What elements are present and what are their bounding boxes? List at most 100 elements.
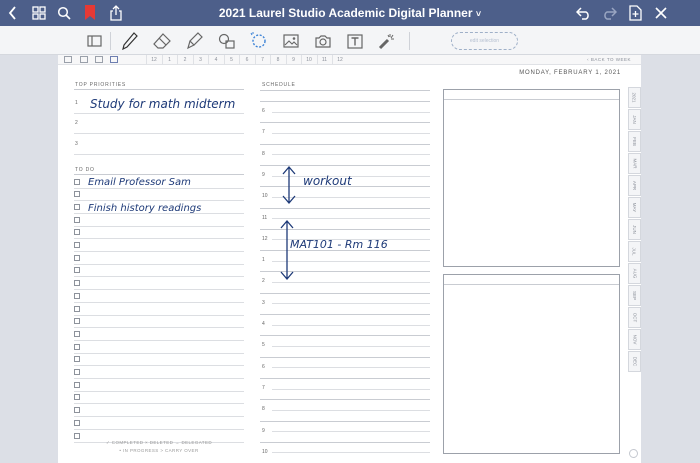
todo-line (74, 289, 244, 291)
back-to-week-link[interactable]: ‹ BACK TO WEEK (587, 55, 631, 65)
schedule-hour-label: 4 (262, 321, 265, 327)
todo-checkbox[interactable] (74, 419, 80, 426)
hour-tab[interactable]: 3 (192, 55, 208, 65)
schedule-arrows-drawing (280, 166, 296, 280)
hour-tab[interactable]: 11 (316, 55, 332, 65)
todo-checkbox[interactable] (74, 178, 80, 185)
todo-checkbox[interactable] (74, 343, 80, 350)
settings-icon[interactable] (629, 449, 638, 458)
selection-pill[interactable]: edit selection (451, 32, 518, 50)
month-tab-jun[interactable]: JUN (628, 219, 641, 240)
month-tab-may[interactable]: MAY (628, 197, 641, 218)
month-tab-label: FEB (631, 137, 637, 146)
hour-tab[interactable]: 5 (223, 55, 239, 65)
back-chevron-icon[interactable] (4, 4, 22, 22)
schedule-half-hour-line (272, 132, 430, 134)
undo-icon[interactable] (575, 4, 593, 22)
thumbnail-grid-icon[interactable] (30, 4, 48, 22)
month-tab-aug[interactable]: AUG (628, 263, 641, 284)
hour-tab[interactable]: 6 (239, 55, 254, 65)
schedule-half-hour-line (272, 431, 430, 433)
schedule-hour-label: 10 (262, 193, 268, 200)
month-tab-oct[interactable]: OCT (628, 307, 641, 328)
month-tab-dec[interactable]: DEC (628, 351, 641, 372)
month-tab-mar[interactable]: MAR (628, 153, 641, 174)
notes-box-top[interactable] (443, 89, 620, 267)
todo-checkbox[interactable] (74, 305, 80, 312)
todo-checkbox[interactable] (74, 394, 80, 401)
schedule-hour-line (260, 101, 430, 102)
month-tab-apr[interactable]: APR (628, 175, 641, 196)
month-tab-jul[interactable]: JUL (628, 241, 641, 262)
todo-line (74, 428, 244, 430)
redo-icon[interactable] (600, 4, 618, 22)
todo-line (74, 378, 244, 379)
todo-checkbox[interactable] (74, 432, 80, 439)
calendar-icon[interactable] (80, 56, 88, 63)
notebook-icon[interactable] (85, 31, 105, 51)
text-tool-icon[interactable] (345, 31, 365, 51)
schedule-hour-label: 6 (262, 363, 265, 370)
todo-checkbox[interactable] (74, 369, 80, 375)
list-icon[interactable] (95, 56, 103, 63)
document-title-button[interactable]: 2021 Laurel Studio Academic Digital Plan… (219, 6, 481, 20)
document-title: 2021 Laurel Studio Academic Digital Plan… (0, 6, 700, 20)
todo-checkbox[interactable] (74, 216, 80, 223)
notes-box-bottom[interactable] (443, 274, 620, 454)
month-tab-nov[interactable]: NOV (628, 329, 641, 350)
hour-tab[interactable]: 4 (208, 55, 223, 65)
month-tab-label: OCT (632, 312, 637, 323)
hour-tab[interactable]: 10 (301, 55, 316, 65)
month-tab-2021[interactable]: 2021 (628, 87, 641, 108)
shapes-icon[interactable] (217, 31, 237, 51)
todo-checkbox[interactable] (74, 407, 80, 414)
share-icon[interactable] (107, 4, 125, 22)
todo-checkbox[interactable] (74, 229, 80, 236)
priority-number-1: 1 (75, 100, 78, 106)
hour-tab[interactable]: 12 (332, 55, 347, 65)
pen-icon[interactable] (120, 31, 140, 51)
todo-checkbox[interactable] (74, 203, 80, 210)
todo-checkbox[interactable] (74, 356, 80, 363)
highlighter-icon[interactable] (185, 31, 205, 51)
laser-pointer-icon[interactable] (377, 31, 397, 51)
app-top-bar: 2021 Laurel Studio Academic Digital Plan… (0, 0, 700, 26)
todo-line (74, 314, 244, 316)
lasso-icon[interactable] (248, 31, 268, 51)
todo-checkbox[interactable] (74, 191, 80, 198)
todo-checkbox[interactable] (74, 330, 80, 337)
schedule-hour-line (260, 143, 430, 145)
hour-tab[interactable]: 2 (177, 55, 192, 65)
menu-icon[interactable] (64, 56, 72, 63)
todo-checkbox[interactable] (74, 267, 80, 274)
camera-icon[interactable] (313, 31, 333, 51)
todo-checkbox[interactable] (74, 318, 80, 325)
bookmark-icon[interactable] (81, 4, 99, 22)
hour-tab[interactable]: 9 (285, 55, 301, 65)
eraser-icon[interactable] (152, 31, 172, 51)
month-tab-label: MAR (632, 158, 637, 169)
todo-checkbox[interactable] (74, 292, 80, 299)
day-view-icon[interactable] (110, 56, 118, 63)
todo-line (74, 390, 244, 392)
hour-tab[interactable]: 12 (146, 55, 161, 65)
hour-tab[interactable]: 1 (161, 55, 177, 65)
todo-checkbox[interactable] (74, 242, 80, 248)
todo-checkbox[interactable] (74, 381, 80, 388)
image-icon[interactable] (281, 31, 301, 51)
month-tab-feb[interactable]: FEB (628, 131, 641, 152)
todo-1-handwriting: Email Professor Sam (88, 177, 191, 188)
hour-tab[interactable]: 7 (254, 55, 270, 65)
todo-line (74, 339, 244, 341)
hour-tab[interactable]: 8 (270, 55, 285, 65)
todo-checkbox[interactable] (74, 254, 80, 261)
search-icon[interactable] (55, 4, 73, 22)
add-page-icon[interactable] (626, 4, 644, 22)
schedule-hour-line (260, 292, 430, 294)
close-icon[interactable] (652, 4, 670, 22)
todo-label: TO DO (75, 167, 95, 173)
month-tab-jan[interactable]: JAN (628, 109, 641, 130)
schedule-half-hour-line (272, 111, 430, 113)
month-tab-sep[interactable]: SEP (628, 285, 641, 306)
todo-checkbox[interactable] (74, 280, 80, 287)
